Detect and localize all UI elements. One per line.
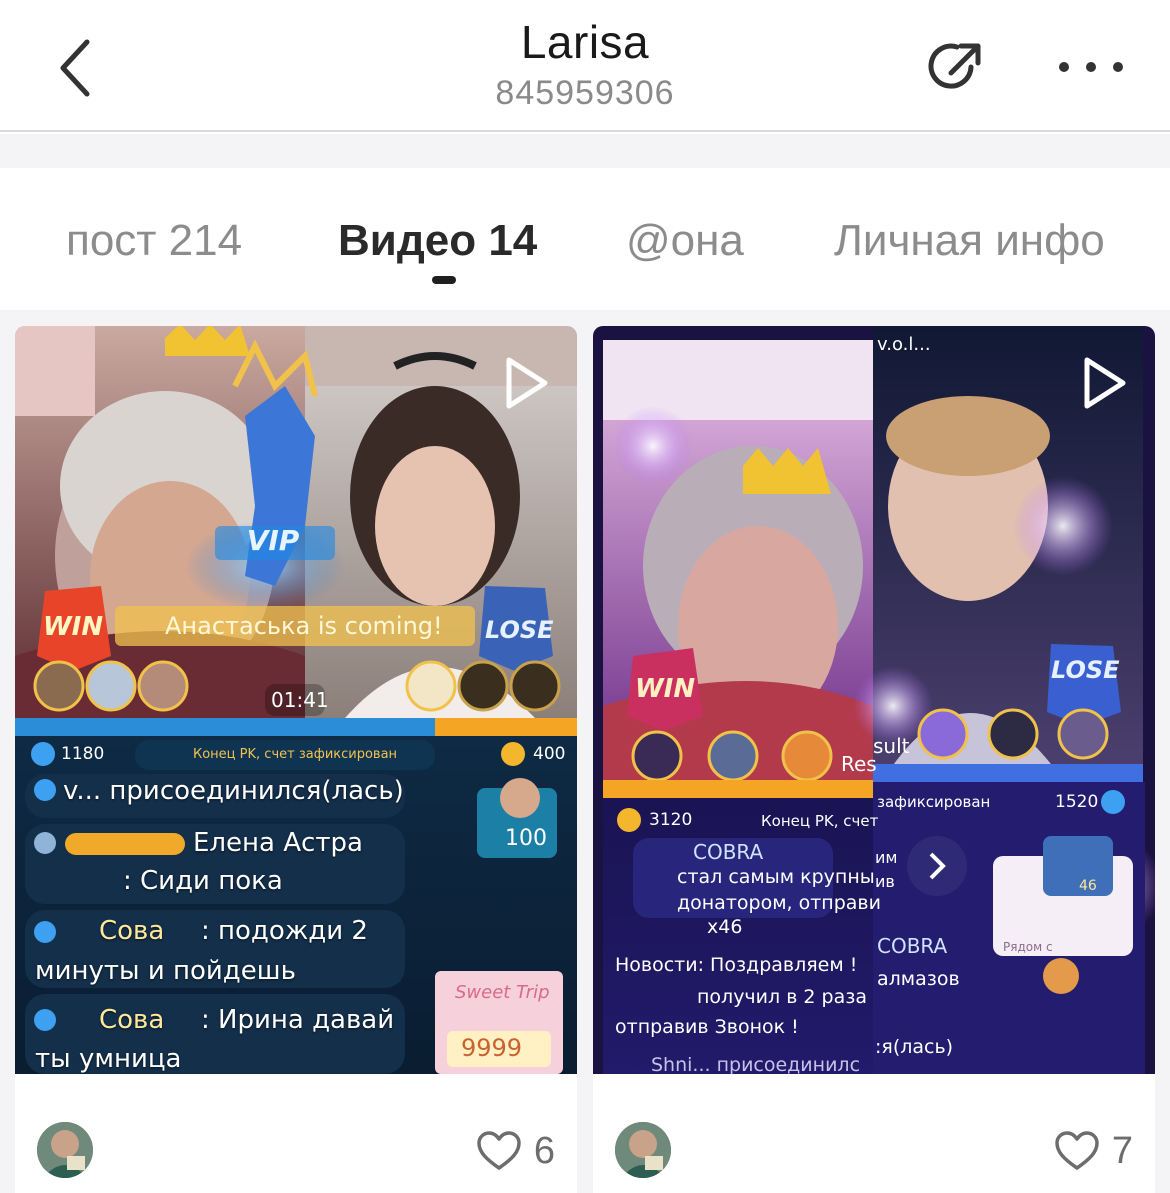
pk-status-left: Конец PK, счет bbox=[761, 812, 879, 830]
chat-username: Елена Астра bbox=[193, 828, 363, 858]
more-options-button[interactable] bbox=[1046, 34, 1136, 100]
tab-posts[interactable]: пост 214 bbox=[66, 214, 242, 268]
chevron-left-icon bbox=[60, 39, 90, 97]
video-thumbnail[interactable]: VIP WIN LOSE Анастаська is coming! 01:41… bbox=[15, 326, 577, 1074]
pk-status-right: зафиксирован bbox=[877, 793, 991, 811]
lose-badge: LOSE bbox=[1051, 656, 1120, 684]
chat-line: : Ирина давай bbox=[201, 1005, 395, 1035]
video-card-footer: 6 bbox=[15, 1074, 577, 1193]
score-left: 1180 bbox=[61, 744, 105, 764]
chat-line: отправив Звонок ! bbox=[615, 1016, 799, 1038]
gift-value: 100 bbox=[505, 826, 547, 851]
sweet-trip-amount: 9999 bbox=[461, 1034, 523, 1062]
top-username: v.o.l... bbox=[877, 334, 931, 355]
video-card[interactable]: VIP WIN LOSE Анастаська is coming! 01:41… bbox=[15, 326, 577, 1193]
tab-personal-info[interactable]: Личная инфо bbox=[834, 214, 1105, 268]
chat-line: донатором, отправи bbox=[677, 892, 881, 914]
side-text: COBRA bbox=[877, 934, 948, 958]
profile-tabs: пост 214 Видео 14 @она Личная инфо bbox=[0, 168, 1170, 310]
cobra-name: COBRA bbox=[693, 840, 764, 864]
lose-badge: LOSE bbox=[485, 616, 554, 644]
separator-band bbox=[0, 134, 1170, 168]
pk-status: Конец PK, счет зафиксирован bbox=[193, 747, 398, 762]
chat-line: получил в 2 раза bbox=[697, 986, 868, 1008]
pk-timer: 01:41 bbox=[271, 688, 329, 712]
play-icon bbox=[1084, 357, 1126, 409]
avatar[interactable] bbox=[615, 1122, 671, 1178]
vip-badge-text: VIP bbox=[247, 524, 300, 557]
video-card-footer: 7 bbox=[593, 1074, 1155, 1193]
chat-line: ты умница bbox=[35, 1044, 182, 1074]
likes-count: 6 bbox=[533, 1130, 555, 1172]
tab-mentions[interactable]: @она bbox=[626, 214, 744, 268]
chat-line: стал самым крупны bbox=[677, 866, 875, 888]
play-icon bbox=[506, 357, 548, 409]
heart-icon bbox=[1055, 1131, 1099, 1170]
sweet-trip-label: Sweet Trip bbox=[455, 982, 550, 1003]
side-text: ив bbox=[875, 872, 895, 891]
coming-banner-text: Анастаська is coming! bbox=[165, 612, 443, 640]
score-right: 400 bbox=[533, 744, 566, 764]
chat-username: Сова bbox=[99, 1005, 165, 1035]
side-text: алмазов bbox=[877, 968, 960, 990]
gift-count: 46 bbox=[1079, 878, 1097, 894]
share-button[interactable] bbox=[918, 34, 996, 100]
active-tab-indicator bbox=[432, 276, 456, 284]
tab-videos[interactable]: Видео 14 bbox=[338, 214, 537, 268]
like-counter[interactable]: 6 bbox=[476, 1130, 555, 1172]
chat-line: Новости: Поздравляем ! bbox=[615, 954, 858, 976]
near-label: Рядом с bbox=[1003, 940, 1053, 954]
chat-line: Shni... присоединилс bbox=[651, 1054, 861, 1074]
chat-line: минуты и пойдешь bbox=[35, 956, 296, 986]
share-arrow-icon bbox=[928, 43, 981, 89]
avatar[interactable] bbox=[37, 1122, 93, 1178]
chat-username: Сова bbox=[99, 916, 165, 946]
result-text-left: Res bbox=[841, 752, 877, 776]
likes-count: 7 bbox=[1111, 1130, 1133, 1172]
top-nav-bar: Larisa 845959306 bbox=[0, 0, 1170, 132]
like-counter[interactable]: 7 bbox=[1054, 1130, 1133, 1172]
heart-icon bbox=[477, 1131, 521, 1170]
video-card[interactable]: v.o.l... WIN LOSE Res sult 3120 Конец PK… bbox=[593, 326, 1155, 1193]
win-badge: WIN bbox=[635, 674, 696, 704]
chat-line: x46 bbox=[707, 916, 743, 938]
result-text-right: sult bbox=[873, 734, 910, 758]
chat-line: : подожди 2 bbox=[201, 916, 368, 946]
chat-line: v... присоединился(лась) bbox=[63, 776, 404, 806]
more-dots-icon bbox=[1059, 62, 1123, 72]
score-right: 1520 bbox=[1055, 792, 1099, 812]
win-badge: WIN bbox=[43, 612, 104, 642]
video-thumbnail[interactable]: v.o.l... WIN LOSE Res sult 3120 Конец PK… bbox=[593, 326, 1155, 1074]
score-left: 3120 bbox=[649, 810, 693, 830]
back-button[interactable] bbox=[40, 28, 110, 108]
side-text: :я(лась) bbox=[875, 1036, 954, 1058]
side-text: им bbox=[875, 848, 898, 867]
chat-line: : Сиди пока bbox=[123, 866, 283, 896]
